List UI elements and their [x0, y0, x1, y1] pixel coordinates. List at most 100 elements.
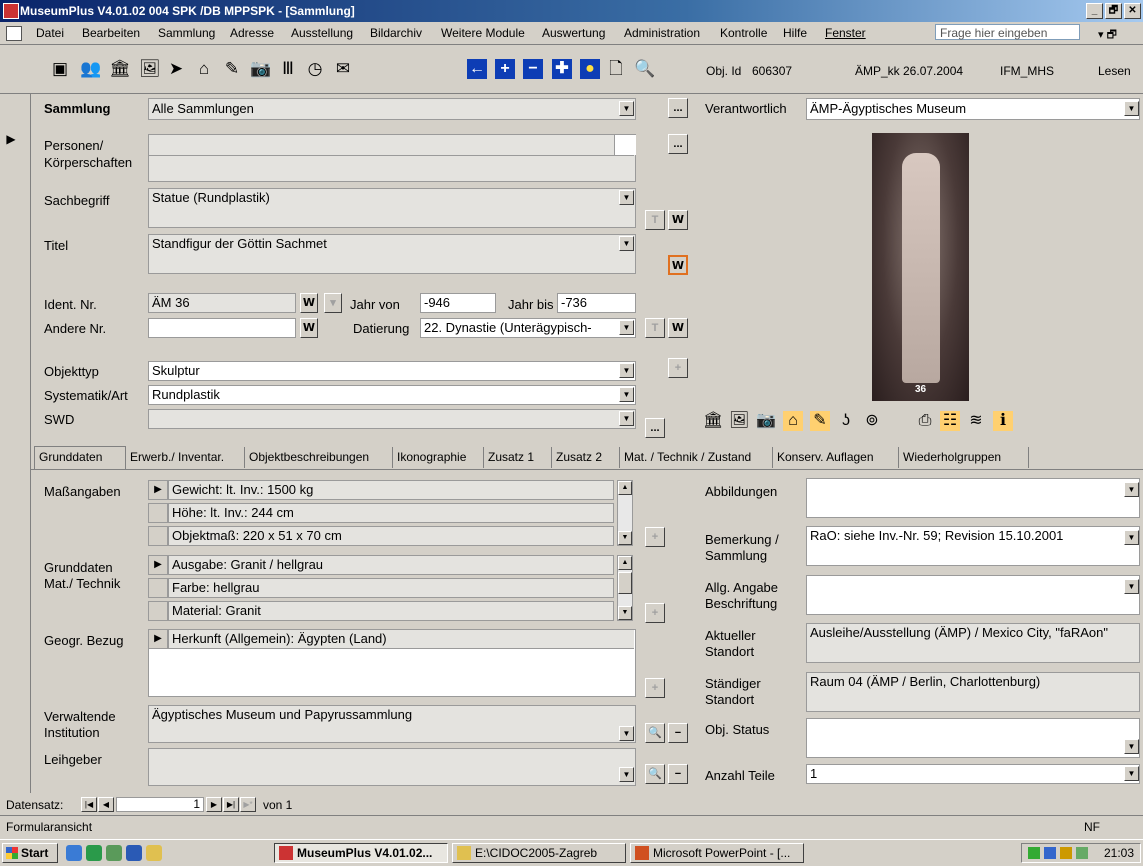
conservation-small-icon[interactable]: ✎ [810, 411, 830, 431]
datierung-t-button[interactable]: T [645, 318, 665, 338]
tray-app-icon[interactable] [1076, 847, 1088, 859]
sammlung-select[interactable]: Alle Sammlungen [148, 98, 636, 120]
leihgeber-search-button[interactable]: 🔍 [645, 764, 665, 784]
tab-erwerb-inventar[interactable]: Erwerb./ Inventar. [126, 447, 245, 468]
sachbegriff-w-button[interactable]: W [668, 210, 688, 230]
task-explorer[interactable]: E:\CIDOC2005-Zagreb [452, 843, 626, 863]
loan-icon[interactable]: ➤ [166, 59, 186, 79]
tab-grunddaten[interactable]: Grunddaten [34, 446, 126, 469]
anzahl-teile-dropdown-icon[interactable]: ▼ [1124, 766, 1139, 781]
systematik-dropdown-icon[interactable]: ▼ [619, 387, 634, 402]
exhibition-small-icon[interactable]: 🖼 [729, 411, 749, 431]
objekttyp-add-button[interactable]: + [668, 358, 688, 378]
geogr-bezug-row[interactable]: Herkunft (Allgemein): Ägypten (Land) [168, 629, 634, 649]
ie-icon[interactable] [66, 845, 82, 861]
row-selector-icon[interactable]: ▶ [148, 555, 168, 575]
print-small-icon[interactable]: ⎙ [915, 411, 935, 431]
swd-more-button[interactable]: ... [645, 418, 665, 438]
form-icon[interactable] [6, 26, 22, 41]
andere-nr-field[interactable] [148, 318, 296, 338]
table-small-icon[interactable]: ☷ [940, 411, 960, 431]
next-record-icon[interactable]: ▶ [206, 797, 222, 812]
ident-w-button[interactable]: W [300, 293, 318, 313]
massangaben-row[interactable]: Höhe: lt. Inv.: 244 cm [168, 503, 614, 523]
row-selector-icon[interactable] [148, 503, 168, 523]
persons-icon[interactable]: 👥 [80, 59, 101, 79]
menu-sammlung[interactable]: Sammlung [158, 26, 215, 40]
menu-auswertung[interactable]: Auswertung [542, 26, 605, 40]
delete-record-icon[interactable]: − [523, 59, 543, 79]
task-museumplus[interactable]: MuseumPlus V4.01.02... [274, 843, 448, 863]
tab-konserv-auflagen[interactable]: Konserv. Auflagen [773, 447, 899, 468]
record-number-input[interactable]: 1 [116, 797, 204, 812]
menu-fenster[interactable]: Fenster [825, 26, 866, 40]
massangaben-row[interactable]: Gewicht: lt. Inv.: 1500 kg [168, 480, 614, 500]
menu-bildarchiv[interactable]: Bildarchiv [370, 26, 422, 40]
museum-icon[interactable]: 🏛 [109, 59, 131, 79]
allg-angabe-field[interactable] [806, 575, 1140, 615]
anzahl-teile-field[interactable]: 1 [806, 764, 1140, 784]
massangaben-add-button[interactable]: + [645, 527, 665, 547]
restore-button[interactable]: 🗗 [1105, 3, 1122, 19]
last-record-icon[interactable]: ▶| [223, 797, 239, 812]
mdi-menu-icon[interactable]: ▾ 🗗 [1098, 26, 1117, 45]
sammlung-dropdown-icon[interactable]: ▼ [619, 101, 634, 116]
menu-administration[interactable]: Administration [624, 26, 700, 40]
folder-icon[interactable] [146, 845, 162, 861]
tab-zusatz-2[interactable]: Zusatz 2 [552, 447, 620, 468]
home-small-icon[interactable]: ⌂ [783, 411, 803, 431]
massangaben-scrollbar[interactable]: ▲ ▼ [617, 480, 633, 546]
mat-technik-scrollbar[interactable]: ▲ ▼ [617, 555, 633, 621]
row-selector-icon[interactable] [148, 601, 168, 621]
aktueller-standort-field[interactable]: Ausleihe/Ausstellung (ÄMP) / Mexico City… [806, 623, 1140, 663]
staendiger-standort-field[interactable]: Raum 04 (ÄMP / Berlin, Charlottenburg) [806, 672, 1140, 712]
desktop-icon[interactable] [86, 845, 102, 861]
camera-small-icon[interactable]: 📷 [756, 411, 776, 431]
new-record-nav-icon[interactable]: ▶* [240, 797, 256, 812]
help-search-input[interactable]: Frage hier eingeben [935, 24, 1080, 40]
link-small-icon[interactable]: ⊚ [862, 411, 882, 431]
clock-icon[interactable]: ◷ [305, 59, 325, 79]
search-icon[interactable]: 🔍 [634, 59, 655, 79]
hook-small-icon[interactable]: ʖ [836, 411, 856, 431]
scroll-down-icon[interactable]: ▼ [618, 606, 632, 620]
datierung-w-button[interactable]: W [668, 318, 688, 338]
verwaltende-remove-button[interactable]: − [668, 723, 688, 743]
mat-technik-row[interactable]: Farbe: hellgrau [168, 578, 614, 598]
abbildungen-dropdown-icon[interactable]: ▼ [1124, 482, 1139, 497]
mat-technik-row[interactable]: Ausgabe: Granit / hellgrau [168, 555, 614, 575]
home-icon[interactable]: ⌂ [194, 59, 214, 79]
menu-adresse[interactable]: Adresse [230, 26, 274, 40]
outlook-icon[interactable] [106, 845, 122, 861]
titel-field[interactable]: Standfigur der Göttin Sachmet [148, 234, 636, 274]
swd-field[interactable] [148, 409, 636, 429]
scroll-up-icon[interactable]: ▲ [618, 481, 632, 495]
duplicate-record-icon[interactable]: ✚ [552, 59, 572, 79]
leihgeber-dropdown-icon[interactable]: ▼ [619, 767, 634, 782]
mail-icon[interactable]: ✉ [333, 59, 353, 79]
personen-field[interactable] [148, 134, 636, 182]
library-icon[interactable]: Ⅲ [278, 59, 298, 79]
ident-sort-button[interactable]: ▾ [324, 293, 342, 313]
new-record-icon[interactable]: + [495, 59, 515, 79]
object-photo[interactable]: 36 [872, 133, 969, 401]
exhibition-icon[interactable]: 🖼 [139, 59, 161, 79]
allg-angabe-dropdown-icon[interactable]: ▼ [1124, 579, 1139, 594]
word-icon[interactable] [126, 845, 142, 861]
personen-more-button[interactable]: ... [668, 134, 688, 154]
volume-icon[interactable] [1060, 847, 1072, 859]
verantwortlich-dropdown-icon[interactable]: ▼ [1124, 101, 1139, 116]
abbildungen-field[interactable] [806, 478, 1140, 518]
geogr-bezug-add-button[interactable]: + [645, 678, 665, 698]
scroll-up-icon[interactable]: ▲ [618, 556, 632, 570]
network-icon[interactable] [1028, 847, 1040, 859]
museum-small-icon[interactable]: 🏛 [703, 411, 723, 431]
menu-weitere-module[interactable]: Weitere Module [441, 26, 525, 40]
verwaltende-search-button[interactable]: 🔍 [645, 723, 665, 743]
menu-bearbeiten[interactable]: Bearbeiten [82, 26, 140, 40]
prev-record-icon[interactable]: ◀ [98, 797, 114, 812]
start-button[interactable]: Start [2, 843, 58, 863]
preview-icon[interactable]: 🗋 [606, 59, 626, 79]
verwaltende-field[interactable]: Ägyptisches Museum und Papyrussammlung [148, 705, 636, 743]
tab-objektbeschreibungen[interactable]: Objektbeschreibungen [245, 447, 393, 468]
